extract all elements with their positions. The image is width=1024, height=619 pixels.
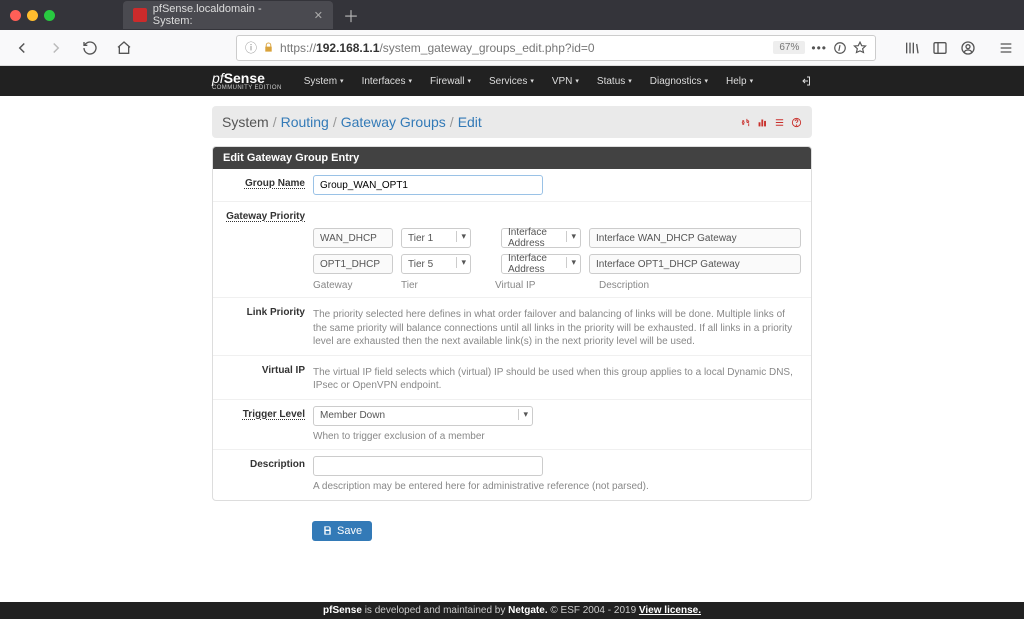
account-icon[interactable]	[960, 40, 976, 56]
nav-interfaces[interactable]: Interfaces▾	[354, 76, 420, 87]
gw-column-headers: Gateway Tier Virtual IP Description	[313, 280, 801, 291]
label-description: Description	[223, 456, 313, 470]
library-icon[interactable]	[904, 40, 920, 56]
back-button[interactable]	[10, 36, 34, 60]
browser-toolbar: ⓘ https://192.168.1.1/system_gateway_gro…	[0, 30, 1024, 66]
vip-select-1[interactable]: Interface Address	[501, 254, 581, 274]
tier-select-1[interactable]: Tier 5	[401, 254, 471, 274]
gw-desc-1: Interface OPT1_DHCP Gateway	[589, 254, 801, 274]
label-virtual-ip: Virtual IP	[223, 362, 313, 376]
nav-services[interactable]: Services▾	[481, 76, 542, 87]
breadcrumb-root: System	[222, 114, 269, 130]
page-body: pfSense COMMUNITY EDITION System▾ Interf…	[0, 66, 1024, 606]
save-button[interactable]: Save	[312, 521, 372, 541]
save-button-label: Save	[337, 525, 362, 537]
chart-icon[interactable]	[757, 117, 768, 128]
minimize-window-button[interactable]	[27, 10, 38, 21]
nav-status[interactable]: Status▾	[589, 76, 640, 87]
gw-name-0: WAN_DHCP	[313, 228, 393, 248]
star-icon[interactable]	[853, 41, 867, 55]
window-titlebar: pfSense.localdomain - System: ✕ ＋	[0, 0, 1024, 30]
nav-system[interactable]: System▾	[296, 76, 352, 87]
help-icon[interactable]	[791, 117, 802, 128]
url-text: https://192.168.1.1/system_gateway_group…	[280, 41, 761, 55]
browser-tab-title: pfSense.localdomain - System:	[153, 3, 302, 27]
description-help: A description may be entered here for ad…	[313, 480, 801, 494]
logo[interactable]: pfSense COMMUNITY EDITION	[212, 71, 282, 91]
gw-name-1: OPT1_DHCP	[313, 254, 393, 274]
panel-title: Edit Gateway Group Entry	[213, 147, 811, 169]
insecure-lock-icon	[263, 42, 274, 53]
top-nav: pfSense COMMUNITY EDITION System▾ Interf…	[0, 66, 1024, 96]
window-controls	[10, 10, 55, 21]
nav-diagnostics[interactable]: Diagnostics▾	[642, 76, 716, 87]
sidebar-icon[interactable]	[932, 40, 948, 56]
description-input[interactable]	[313, 456, 543, 476]
trigger-level-select[interactable]: Member Down	[313, 406, 533, 426]
nav-help[interactable]: Help▾	[718, 76, 761, 87]
zoom-badge[interactable]: 67%	[773, 41, 805, 54]
more-icon[interactable]: •••	[811, 41, 827, 55]
close-window-button[interactable]	[10, 10, 21, 21]
gateway-row-0: WAN_DHCP Tier 1 Interface Address Interf…	[313, 228, 801, 248]
label-trigger-level: Trigger Level	[223, 406, 313, 420]
view-license-link[interactable]: View license.	[639, 605, 701, 616]
browser-tab[interactable]: pfSense.localdomain - System: ✕	[123, 1, 333, 29]
nav-firewall[interactable]: Firewall▾	[422, 76, 479, 87]
vip-select-0[interactable]: Interface Address	[501, 228, 581, 248]
list-icon[interactable]	[774, 117, 785, 128]
tier-select-0[interactable]: Tier 1	[401, 228, 471, 248]
label-gateway-priority: Gateway Priority	[223, 208, 313, 222]
breadcrumb-routing[interactable]: Routing	[281, 114, 329, 130]
menu-icon[interactable]	[998, 40, 1014, 56]
home-button[interactable]	[112, 36, 136, 60]
breadcrumb-current: Edit	[458, 114, 482, 130]
maximize-window-button[interactable]	[44, 10, 55, 21]
label-group-name: Group Name	[223, 175, 313, 189]
reload-button[interactable]	[78, 36, 102, 60]
save-icon	[322, 525, 333, 536]
logout-icon[interactable]	[800, 75, 812, 87]
url-bar[interactable]: ⓘ https://192.168.1.1/system_gateway_gro…	[236, 35, 876, 61]
group-name-input[interactable]	[313, 175, 543, 195]
favicon-icon	[133, 8, 147, 22]
nav-menu: System▾ Interfaces▾ Firewall▾ Services▾ …	[296, 76, 761, 87]
new-tab-button[interactable]: ＋	[343, 3, 359, 27]
breadcrumb: System / Routing / Gateway Groups / Edit	[222, 114, 482, 130]
footer: pfSense is developed and maintained by N…	[0, 602, 1024, 619]
link-priority-help: The priority selected here defines in wh…	[313, 308, 801, 349]
gw-desc-0: Interface WAN_DHCP Gateway	[589, 228, 801, 248]
breadcrumb-bar: System / Routing / Gateway Groups / Edit	[212, 106, 812, 138]
label-link-priority: Link Priority	[223, 304, 313, 318]
trigger-level-help: When to trigger exclusion of a member	[313, 430, 801, 444]
reader-icon[interactable]	[833, 41, 847, 55]
close-tab-icon[interactable]: ✕	[314, 9, 323, 22]
settings-icon[interactable]	[740, 117, 751, 128]
gateway-row-1: OPT1_DHCP Tier 5 Interface Address Inter…	[313, 254, 801, 274]
edit-panel: Edit Gateway Group Entry Group Name Gate…	[212, 146, 812, 501]
forward-button[interactable]	[44, 36, 68, 60]
breadcrumb-gateway-groups[interactable]: Gateway Groups	[341, 114, 446, 130]
nav-vpn[interactable]: VPN▾	[544, 76, 587, 87]
virtual-ip-help: The virtual IP field selects which (virt…	[313, 366, 801, 393]
info-icon: ⓘ	[245, 39, 257, 56]
